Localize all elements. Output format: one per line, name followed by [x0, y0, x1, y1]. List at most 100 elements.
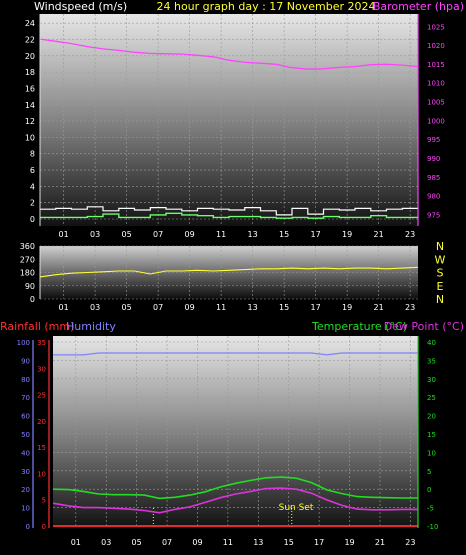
- humidity-tick-label: 50: [21, 431, 30, 439]
- x-tick-label: 19: [344, 538, 354, 547]
- x-tick-label: 07: [153, 230, 163, 239]
- x-tick-label: 15: [279, 303, 289, 312]
- x-tick-label: 17: [311, 230, 321, 239]
- windspeed-tick-label: 16: [25, 84, 35, 93]
- x-tick-label: 13: [253, 538, 263, 547]
- x-tick-label: 23: [405, 303, 415, 312]
- temperature-tick-label: 15: [427, 431, 436, 439]
- rainfall-tick-label: 0: [42, 523, 46, 531]
- x-tick-label: 21: [375, 538, 385, 547]
- temperature-tick-label: -10: [427, 523, 438, 531]
- temperature-tick-label: 20: [427, 413, 436, 421]
- temperature-tick-label: 35: [427, 357, 436, 365]
- x-tick-label: 11: [216, 230, 226, 239]
- temperature-tick-label: -5: [427, 505, 434, 513]
- temperature-tick-label: 10: [427, 449, 436, 457]
- weather-graph: Windspeed (m/s) 24 hour graph day : 17 N…: [0, 0, 464, 547]
- humidity-tick-label: 0: [26, 523, 30, 531]
- barometer-tick-label: 990: [427, 155, 440, 163]
- compass-tick-label: E: [437, 280, 444, 293]
- x-tick-label: 13: [248, 230, 258, 239]
- barometer-tick-label: 1005: [427, 99, 445, 107]
- rainfall-tick-label: 20: [37, 418, 46, 426]
- barometer-tick-label: 1025: [427, 23, 445, 31]
- sunset-label: Sun Set: [279, 503, 314, 513]
- barometer-tick-label: 980: [427, 193, 440, 201]
- temperature-tick-label: 0: [427, 486, 431, 494]
- rainfall-tick-label: 35: [37, 339, 46, 347]
- x-tick-label: 07: [153, 303, 163, 312]
- humidity-tick-label: 20: [21, 486, 30, 494]
- x-tick-label: 03: [101, 538, 111, 547]
- barometer-tick-label: 1010: [427, 80, 445, 88]
- direction-tick-label: 270: [20, 255, 35, 264]
- x-tick-label: 01: [71, 538, 81, 547]
- windspeed-tick-label: 2: [30, 199, 35, 208]
- temperature-tick-label: 25: [427, 394, 436, 402]
- rainfall-axis-label: Rainfall (mm): [0, 320, 74, 333]
- x-tick-label: 09: [185, 230, 195, 239]
- x-tick-label: 01: [59, 230, 69, 239]
- x-tick-label: 17: [314, 538, 324, 547]
- windspeed-tick-label: 8: [30, 150, 35, 159]
- direction-tick-label: 360: [20, 242, 35, 251]
- barometer-tick-label: 995: [427, 136, 440, 144]
- windspeed-tick-label: 12: [25, 117, 35, 126]
- humidity-tick-label: 60: [21, 413, 30, 421]
- rainfall-tick-label: 10: [37, 470, 46, 478]
- chart-title: 24 hour graph day : 17 November 2024: [156, 0, 375, 13]
- humidity-tick-label: 100: [17, 339, 30, 347]
- x-tick-label: 11: [223, 538, 233, 547]
- windspeed-tick-label: 10: [25, 133, 35, 142]
- panel-temperature-humidity: [53, 336, 418, 528]
- x-tick-label: 11: [216, 303, 226, 312]
- x-tick-label: 03: [90, 230, 100, 239]
- x-tick-label: 05: [122, 230, 132, 239]
- x-tick-label: 03: [90, 303, 100, 312]
- compass-tick-label: N: [436, 240, 444, 253]
- dewpoint-axis-label: Dew Point (°C): [384, 320, 464, 333]
- x-tick-label: 05: [132, 538, 142, 547]
- x-tick-label: 01: [59, 303, 69, 312]
- x-tick-label: 17: [311, 303, 321, 312]
- humidity-tick-label: 70: [21, 394, 30, 402]
- humidity-tick-label: 80: [21, 376, 30, 384]
- compass-tick-label: S: [437, 267, 444, 280]
- windspeed-tick-label: 0: [30, 215, 35, 224]
- humidity-tick-label: 30: [21, 468, 30, 476]
- x-tick-label: 19: [342, 230, 352, 239]
- x-tick-label: 19: [342, 303, 352, 312]
- barometer-tick-label: 975: [427, 211, 440, 219]
- windspeed-axis-label: Windspeed (m/s): [34, 0, 127, 13]
- temperature-tick-label: 30: [427, 376, 436, 384]
- barometer-axis-label: Barometer (hpa): [373, 0, 464, 13]
- x-tick-label: 05: [122, 303, 132, 312]
- panel-wind-barometer: [40, 14, 418, 226]
- x-tick-label: 15: [279, 230, 289, 239]
- rainfall-tick-label: 5: [42, 497, 46, 505]
- windspeed-tick-label: 24: [25, 19, 35, 28]
- windspeed-tick-label: 14: [25, 101, 35, 110]
- humidity-tick-label: 10: [21, 505, 30, 513]
- windspeed-tick-label: 4: [30, 182, 35, 191]
- windspeed-tick-label: 20: [25, 52, 35, 61]
- x-tick-label: 13: [248, 303, 258, 312]
- direction-tick-label: 90: [25, 282, 35, 291]
- x-tick-label: 23: [405, 230, 415, 239]
- temperature-tick-label: 5: [427, 468, 431, 476]
- direction-tick-label: 0: [30, 295, 35, 304]
- x-tick-label: 09: [192, 538, 202, 547]
- rainfall-tick-label: 30: [37, 365, 46, 373]
- x-tick-label: 21: [374, 230, 384, 239]
- windspeed-tick-label: 18: [25, 68, 35, 77]
- rainfall-tick-label: 25: [37, 392, 46, 400]
- direction-tick-label: 180: [20, 269, 35, 278]
- temperature-tick-label: 40: [427, 339, 436, 347]
- rainfall-tick-label: 15: [37, 444, 46, 452]
- humidity-tick-label: 40: [21, 449, 30, 457]
- barometer-tick-label: 1000: [427, 117, 445, 125]
- humidity-tick-label: 90: [21, 357, 30, 365]
- compass-tick-label: W: [435, 253, 446, 266]
- barometer-tick-label: 1020: [427, 42, 445, 50]
- x-tick-label: 15: [284, 538, 294, 547]
